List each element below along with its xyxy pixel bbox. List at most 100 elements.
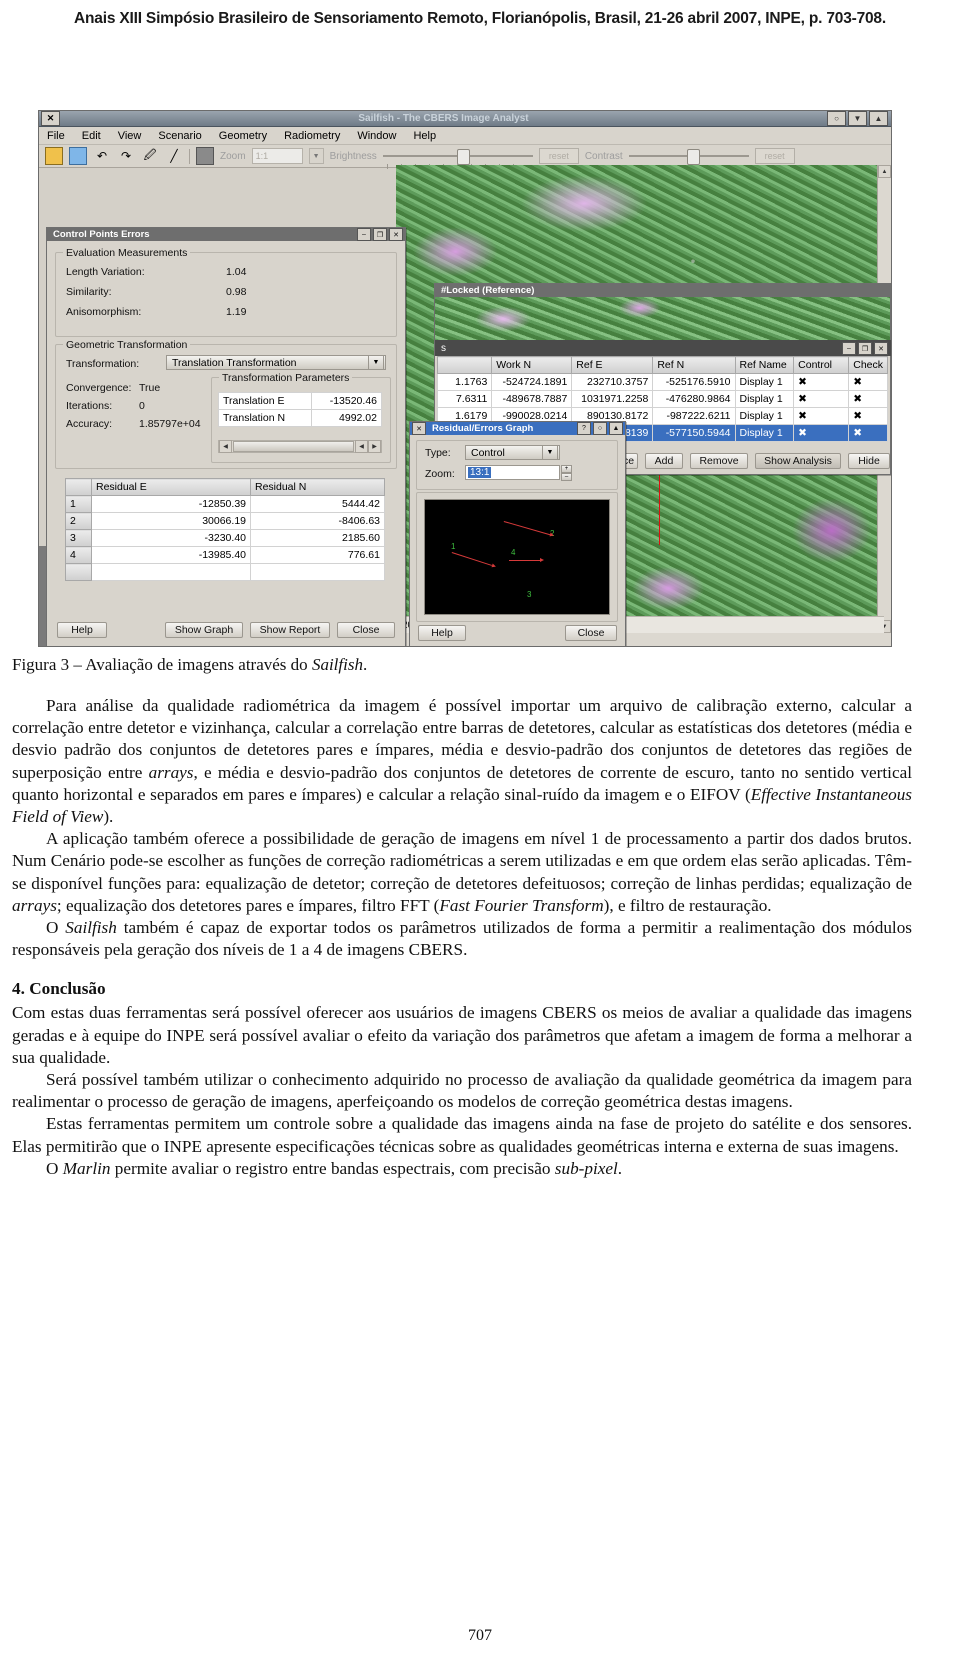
zoom-combo[interactable]: 1:1	[251, 148, 303, 164]
residual-col-e[interactable]: Residual E	[91, 478, 251, 496]
minimize-icon[interactable]: –	[357, 228, 371, 241]
page-number: 707	[468, 1627, 492, 1644]
menu-scenario[interactable]: Scenario	[158, 130, 201, 142]
brightness-reset-button[interactable]: reset	[538, 148, 579, 164]
figure-sailfish-screenshot: ✕ Sailfish - The CBERS Image Analyst ○ ▼…	[38, 110, 892, 647]
chevron-down-icon[interactable]: ▼	[368, 355, 384, 370]
graph-close-button[interactable]: Close	[565, 625, 617, 641]
undo-icon[interactable]: ↶	[93, 147, 111, 165]
residual-table-wrap[interactable]: Residual E Residual N 1 -12850.39 5444.4…	[65, 478, 385, 581]
transformation-parameters-table: Translation E -13520.46 Translation N 49…	[218, 392, 382, 427]
scroll-right-icon[interactable]: ◀	[355, 440, 368, 453]
graph-zoom-spinner[interactable]: 13:1	[465, 465, 560, 480]
color-swatch-icon[interactable]	[196, 147, 214, 165]
table-row[interactable]: 1.1763 -524724.1891 232710.3757 -525176.…	[436, 373, 888, 391]
control-points-errors-window[interactable]: Control Points Errors – ❐ ✕ Evaluation M…	[46, 227, 406, 646]
maximize-icon[interactable]: ▲	[609, 422, 623, 435]
cell-check-checkbox[interactable]: ✖	[848, 407, 888, 425]
maximize-icon[interactable]: ▲	[869, 111, 888, 126]
table-row[interactable]: 1 -12850.39 5444.42	[65, 495, 385, 513]
contrast-slider[interactable]	[628, 149, 749, 165]
close-button[interactable]: Close	[337, 622, 395, 638]
cell-control-checkbox[interactable]: ✖	[793, 390, 850, 408]
slider-knob[interactable]	[456, 149, 470, 165]
show-graph-button[interactable]: Show Graph	[165, 622, 243, 638]
table-row[interactable]: 2 30066.19 -8406.63	[65, 512, 385, 530]
add-button[interactable]: Add	[645, 453, 683, 469]
close-icon[interactable]: ✕	[412, 422, 426, 435]
contrast-reset-button[interactable]: reset	[754, 148, 795, 164]
residual-col-index	[65, 478, 92, 496]
menu-file[interactable]: File	[47, 130, 65, 142]
help-icon[interactable]: ?	[577, 422, 591, 435]
show-report-button[interactable]: Show Report	[250, 622, 330, 638]
table-row[interactable]: 4 -13985.40 776.61	[65, 546, 385, 564]
minimize-icon[interactable]: ○	[827, 111, 846, 126]
slider-knob[interactable]	[686, 149, 700, 165]
close-icon[interactable]: ✕	[389, 228, 403, 241]
residual-vector-plot[interactable]: 1 2 3 4	[424, 499, 610, 615]
save-icon[interactable]	[69, 147, 87, 165]
restore-icon[interactable]: ▼	[848, 111, 867, 126]
table-row[interactable]: 3 -3230.40 2185.60	[65, 529, 385, 547]
open-folder-icon[interactable]	[45, 147, 63, 165]
redo-icon[interactable]: ↷	[117, 147, 135, 165]
length-variation-value: 1.04	[226, 266, 247, 278]
chevron-down-icon[interactable]: ▼	[308, 148, 324, 164]
cell-check-checkbox[interactable]: ✖	[848, 424, 888, 442]
spinner-up-icon[interactable]: +	[561, 465, 572, 473]
pencil-icon[interactable]: ╱	[165, 147, 183, 165]
points-col-check[interactable]: Check	[848, 356, 888, 374]
close-icon[interactable]: ✕	[41, 111, 60, 126]
accuracy-label: Accuracy:	[66, 418, 113, 430]
points-col-ref-e[interactable]: Ref E	[571, 356, 654, 374]
residual-errors-graph-window[interactable]: ✕ Residual/Errors Graph ? ○ ▲ Type: Cont…	[409, 421, 626, 646]
transformation-parameters-table-wrap[interactable]: Translation E -13520.46 Translation N 49…	[218, 392, 382, 427]
help-button[interactable]: Help	[57, 622, 107, 638]
brightness-slider[interactable]	[382, 149, 533, 169]
menu-edit[interactable]: Edit	[82, 130, 101, 142]
hscroll-thumb[interactable]	[233, 441, 354, 452]
graph-type-combo[interactable]: Control ▼	[465, 445, 560, 460]
transformation-combo[interactable]: Translation Transformation ▼	[166, 355, 386, 370]
menu-view[interactable]: View	[118, 130, 142, 142]
menu-help[interactable]: Help	[413, 130, 436, 142]
remove-button[interactable]: Remove	[690, 453, 748, 469]
cell-control-checkbox[interactable]: ✖	[793, 407, 850, 425]
cell-control-checkbox[interactable]: ✖	[793, 373, 850, 391]
document-page: Anais XIII Simpósio Brasileiro de Sensor…	[0, 0, 960, 1661]
residual-col-n[interactable]: Residual N	[250, 478, 385, 496]
close-icon[interactable]: ✕	[874, 342, 888, 355]
menu-geometry[interactable]: Geometry	[219, 130, 267, 142]
link-icon[interactable]: 🖉	[141, 147, 159, 165]
menu-radiometry[interactable]: Radiometry	[284, 130, 340, 142]
restore-icon[interactable]: ❐	[858, 342, 872, 355]
iterations-value: 0	[139, 400, 145, 412]
menu-window[interactable]: Window	[357, 130, 396, 142]
hide-button[interactable]: Hide	[848, 453, 890, 469]
cell-control-checkbox[interactable]: ✖	[793, 424, 850, 442]
points-col-ref-name[interactable]: Ref Name	[734, 356, 795, 374]
cell-check-checkbox[interactable]: ✖	[848, 390, 888, 408]
minimize-icon[interactable]: ○	[593, 422, 607, 435]
scroll-right-icon-2[interactable]: ▶	[368, 440, 381, 453]
chevron-down-icon[interactable]: ▼	[542, 445, 558, 460]
scroll-up-icon[interactable]: ▲	[878, 165, 891, 178]
plot-vector-4	[509, 560, 541, 561]
points-col-control[interactable]: Control	[793, 356, 850, 374]
graph-help-button[interactable]: Help	[418, 625, 466, 641]
minimize-icon[interactable]: –	[842, 342, 856, 355]
points-col-ref-n[interactable]: Ref N	[652, 356, 736, 374]
graph-controls-group: Type: Control ▼ Zoom: 13:1 + –	[416, 440, 618, 490]
table-row[interactable]: Translation N 4992.02	[218, 409, 382, 427]
scroll-left-icon[interactable]: ◀	[219, 440, 232, 453]
show-analysis-button[interactable]: Show Analysis	[755, 453, 841, 469]
points-col-work-n[interactable]: Work N	[491, 356, 573, 374]
params-hscrollbar[interactable]: ◀ ◀ ▶	[218, 440, 382, 453]
restore-icon[interactable]: ❐	[373, 228, 387, 241]
cell-check-checkbox[interactable]: ✖	[848, 373, 888, 391]
spinner-down-icon[interactable]: –	[561, 473, 572, 481]
points-col-0	[436, 356, 493, 374]
table-row[interactable]: 7.6311 -489678.7887 1031971.2258 -476280…	[436, 390, 888, 408]
table-row[interactable]: Translation E -13520.46	[218, 392, 382, 410]
